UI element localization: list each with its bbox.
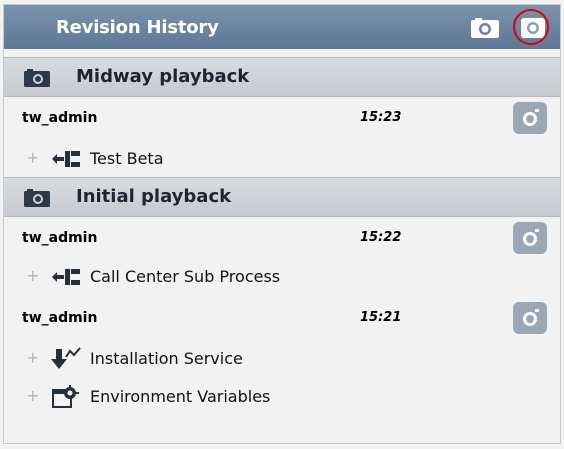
process-icon bbox=[52, 269, 80, 285]
list-item[interactable]: + Call Center Sub Process bbox=[4, 261, 560, 293]
revision-snapshot-button[interactable] bbox=[512, 301, 548, 335]
revision-snapshot-button[interactable] bbox=[512, 101, 548, 135]
create-snapshot-button[interactable] bbox=[470, 17, 500, 39]
revision-user: tw_admin bbox=[22, 230, 98, 246]
camera-icon bbox=[24, 69, 50, 87]
group-title: Midway playback bbox=[76, 66, 250, 87]
highlight-ring bbox=[513, 9, 549, 45]
item-label: Call Center Sub Process bbox=[90, 267, 281, 286]
service-icon bbox=[51, 347, 81, 369]
revision-row: tw_admin 15:22 bbox=[4, 221, 560, 257]
revision-user: tw_admin bbox=[22, 310, 98, 326]
list-item[interactable]: + Installation Service bbox=[4, 343, 560, 375]
list-item[interactable]: + Test Beta bbox=[4, 143, 560, 175]
revision-snapshot-button[interactable] bbox=[512, 221, 548, 255]
revision-history-panel: Revision History Midway playback tw_admi… bbox=[3, 4, 561, 444]
camera-icon bbox=[24, 189, 50, 207]
revision-time: 15:21 bbox=[360, 310, 402, 325]
revision-time: 15:22 bbox=[360, 230, 402, 245]
camera-icon bbox=[471, 18, 499, 38]
expand-toggle[interactable]: + bbox=[26, 148, 39, 168]
list-item[interactable]: + Environment Variables bbox=[4, 381, 560, 413]
camera-icon bbox=[513, 302, 547, 334]
item-label: Test Beta bbox=[90, 149, 164, 168]
expand-toggle[interactable]: + bbox=[26, 348, 39, 368]
panel-header: Revision History bbox=[4, 5, 560, 49]
group-header-midway-playback[interactable]: Midway playback bbox=[4, 57, 560, 97]
revision-row: tw_admin 15:21 bbox=[4, 301, 560, 337]
expand-toggle[interactable]: + bbox=[26, 266, 39, 286]
group-header-initial-playback[interactable]: Initial playback bbox=[4, 177, 560, 217]
item-label: Environment Variables bbox=[90, 387, 271, 406]
revision-time: 15:23 bbox=[360, 110, 402, 125]
revision-user: tw_admin bbox=[22, 110, 98, 126]
camera-icon bbox=[513, 222, 547, 254]
revision-row: tw_admin 15:23 bbox=[4, 101, 560, 137]
group-title: Initial playback bbox=[76, 186, 232, 207]
item-label: Installation Service bbox=[90, 349, 243, 368]
process-icon bbox=[52, 151, 80, 167]
camera-icon bbox=[513, 102, 547, 134]
environment-icon bbox=[52, 385, 79, 408]
panel-title: Revision History bbox=[56, 17, 219, 38]
expand-toggle[interactable]: + bbox=[26, 386, 39, 406]
